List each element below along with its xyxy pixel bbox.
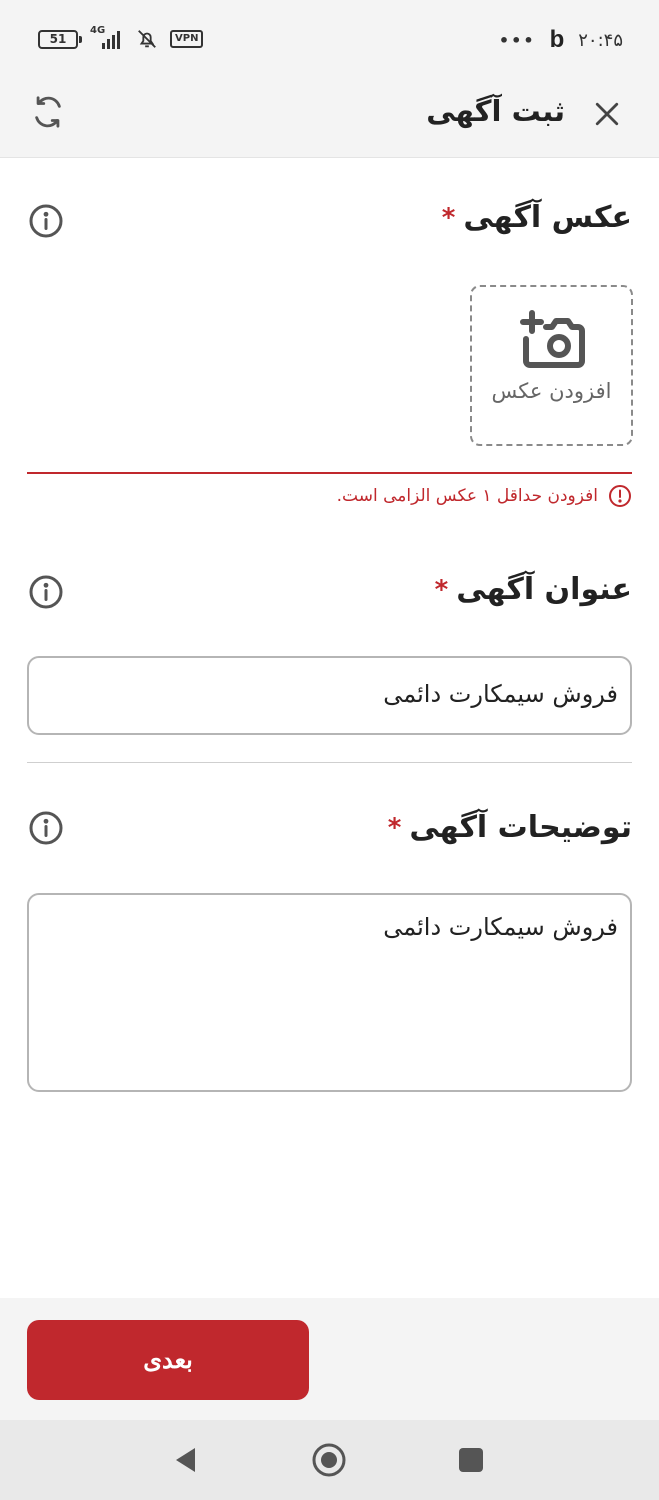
section-divider: [27, 762, 632, 763]
recents-nav-button[interactable]: [451, 1440, 491, 1480]
home-circle-icon: [312, 1443, 346, 1477]
required-marker: *: [441, 202, 456, 233]
status-icons-left: 51 4G VPN: [38, 25, 204, 50]
error-icon: [609, 485, 631, 507]
info-icon[interactable]: [28, 574, 64, 610]
battery-level: 51: [49, 31, 67, 46]
photo-error-text: افزودن حداقل ۱ عکس الزامی است.: [336, 486, 598, 506]
home-nav-button[interactable]: [309, 1440, 349, 1480]
muted-bell-icon: [138, 30, 156, 48]
back-triangle-icon: [176, 1448, 195, 1472]
info-icon[interactable]: [28, 810, 64, 846]
description-textarea[interactable]: فروش سیمکارت دائمی: [27, 893, 632, 1092]
add-photo-camera-icon: [519, 310, 585, 368]
title-section-title: عنوان آگهی *: [435, 572, 632, 607]
refresh-button[interactable]: [26, 90, 70, 134]
add-photo-label: افزودن عکس: [491, 379, 612, 403]
description-section-title: توضیحات آگهی *: [388, 810, 632, 845]
app-notification-icon: b: [549, 26, 565, 53]
description-section-label: توضیحات آگهی: [409, 810, 632, 845]
add-photo-button[interactable]: افزودن عکس: [470, 285, 633, 446]
title-input[interactable]: فروش سیمکارت دائمی: [27, 656, 632, 735]
battery-icon: 51: [38, 29, 82, 49]
back-nav-button[interactable]: [166, 1440, 206, 1480]
system-nav-bar: [0, 1420, 659, 1500]
required-marker: *: [434, 574, 449, 605]
more-notifications-icon: •••: [498, 30, 536, 50]
photo-title-label: عکس آگهی: [463, 200, 632, 235]
app-bar: ثبت آگهی: [0, 78, 659, 158]
footer: بعدی: [0, 1298, 659, 1420]
clock: ۲۰:۴۵: [578, 29, 623, 51]
network-type: 4G: [90, 25, 106, 36]
close-icon: [595, 102, 619, 126]
refresh-icon: [35, 96, 61, 128]
close-button[interactable]: [587, 94, 627, 134]
info-icon[interactable]: [28, 203, 64, 239]
page-title: ثبت آگهی: [426, 94, 565, 128]
recents-square-icon: [459, 1448, 483, 1472]
next-button[interactable]: بعدی: [27, 1320, 309, 1400]
description-textarea-value: فروش سیمکارت دائمی: [383, 913, 618, 941]
photo-error: افزودن حداقل ۱ عکس الزامی است.: [337, 484, 632, 508]
title-section-label: عنوان آگهی: [456, 572, 632, 607]
required-marker: *: [387, 812, 402, 843]
vpn-badge: VPN: [170, 30, 204, 48]
title-input-value: فروش سیمکارت دائمی: [383, 680, 618, 708]
photo-section-title: عکس آگهی *: [442, 200, 632, 235]
signal-icon: 4G: [90, 25, 124, 49]
status-bar: 51 4G VPN ••• b ۲۰:۴۵: [0, 0, 659, 78]
error-underline: [27, 472, 632, 474]
status-icons-right: ••• b ۲۰:۴۵: [499, 26, 623, 54]
